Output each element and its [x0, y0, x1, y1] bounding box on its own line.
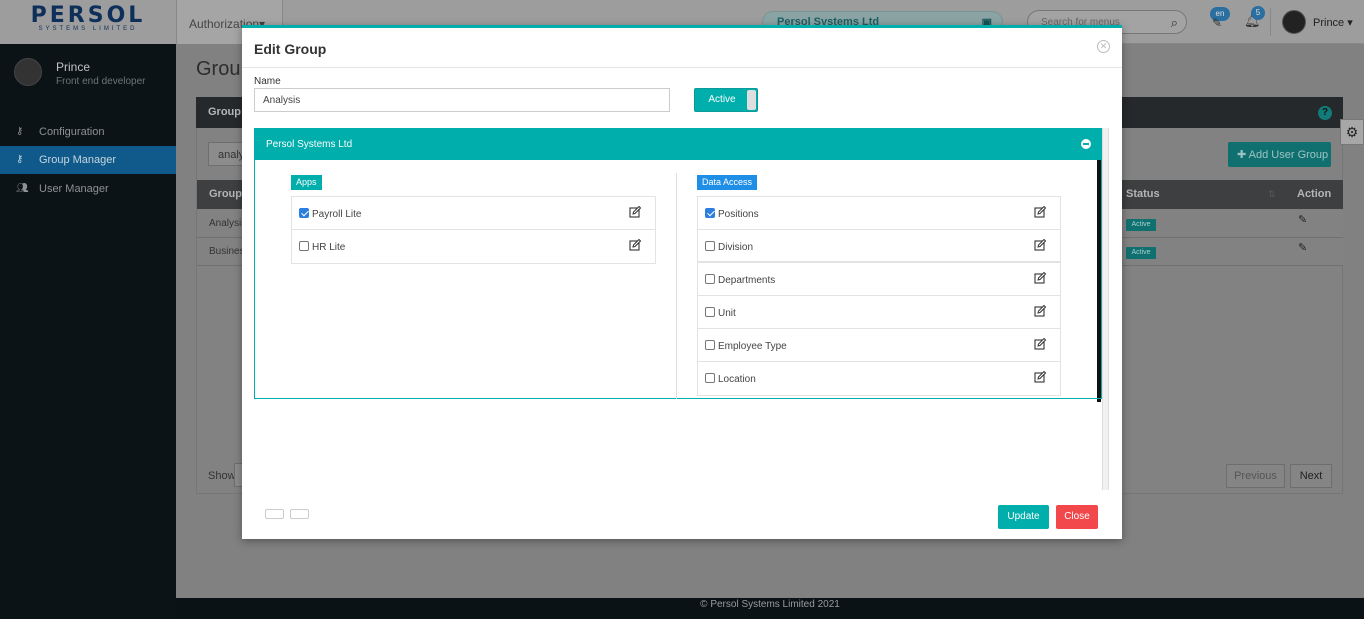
collapse-icon[interactable] — [1081, 139, 1091, 149]
name-field[interactable] — [254, 88, 670, 112]
sidebar-item-user-manager[interactable]: 👥︎ User Manager — [0, 175, 176, 203]
modal-header: Edit Group ✕ — [242, 28, 1122, 68]
list-item: Payroll Lite — [292, 197, 655, 230]
departments-checkbox[interactable] — [705, 274, 715, 284]
unit-checkbox[interactable] — [705, 307, 715, 317]
name-label: Name — [254, 76, 281, 87]
group-name: Analysis — [209, 218, 247, 229]
help-icon[interactable]: ? — [1318, 106, 1332, 120]
status-toggle-label: Active — [708, 94, 736, 105]
plus-icon: ✚ — [1237, 149, 1247, 161]
close-icon[interactable]: ✕ — [1097, 40, 1110, 53]
status-badge: Active — [1126, 247, 1156, 259]
topbar-divider — [1270, 8, 1271, 36]
edit-icon[interactable] — [1034, 206, 1046, 218]
previous-button[interactable]: Previous — [1226, 464, 1285, 488]
list-item: Employee Type — [698, 329, 1060, 362]
add-user-group-button[interactable]: ✚ Add User Group — [1228, 142, 1331, 167]
location-checkbox[interactable] — [705, 373, 715, 383]
logo-subtext: SYSTEMS LIMITED — [38, 26, 138, 32]
sidebar-item-group-manager[interactable]: ⚷ Group Manager — [0, 146, 176, 174]
toggle-knob[interactable] — [747, 90, 756, 110]
access-label: Unit — [718, 308, 736, 319]
edit-icon[interactable]: ✎ — [1298, 241, 1307, 254]
app-label: HR Lite — [312, 242, 346, 253]
list-item: Positions — [698, 197, 1060, 230]
avatar[interactable] — [1282, 10, 1306, 34]
persol-logo[interactable]: PERSOL SYSTEMS LIMITED — [0, 0, 176, 44]
sidebar-item-label: User Manager — [39, 183, 109, 195]
user-menu-name: Prince — [1313, 17, 1345, 29]
edit-group-modal: Edit Group ✕ Name Active Persol Systems … — [242, 25, 1122, 539]
column-action: Action — [1297, 188, 1332, 200]
division-checkbox[interactable] — [705, 241, 715, 251]
sidebar-item-label: Configuration — [39, 126, 105, 138]
page-title: Grou — [196, 58, 241, 80]
list-item: Division — [698, 230, 1060, 263]
access-label: Employee Type — [718, 341, 787, 352]
company-panel-header[interactable]: Persol Systems Ltd — [255, 129, 1101, 160]
group-filter-input[interactable]: analy — [208, 142, 244, 166]
notification-count: 5 — [1251, 6, 1265, 20]
sidebar-avatar — [14, 58, 42, 86]
footer-ghost-button[interactable] — [290, 509, 309, 519]
access-label: Location — [718, 374, 756, 385]
list-item: Unit — [698, 296, 1060, 329]
positions-checkbox[interactable] — [705, 208, 715, 218]
sidebar: Prince Front end developer ⚷ Configurati… — [0, 44, 176, 619]
update-button[interactable]: Update — [998, 505, 1049, 529]
payroll-lite-checkbox[interactable] — [299, 208, 309, 218]
access-label: Departments — [718, 275, 776, 286]
sidebar-item-configuration[interactable]: ⚷ Configuration — [0, 118, 176, 146]
key-icon: ⚷ — [16, 154, 24, 165]
list-item: HR Lite — [292, 230, 655, 263]
edit-icon[interactable] — [1034, 305, 1046, 317]
caret-down-icon: ▾ — [1347, 17, 1353, 29]
status-toggle[interactable]: Active — [694, 88, 758, 112]
apps-tag: Apps — [291, 175, 322, 190]
column-status[interactable]: Status — [1126, 188, 1160, 200]
app-label: Payroll Lite — [312, 209, 362, 220]
users-icon: 👥︎ — [16, 183, 29, 194]
company-panel-title: Persol Systems Ltd — [266, 139, 353, 150]
status-badge: Active — [1126, 219, 1156, 231]
edit-icon[interactable]: ✎ — [1298, 213, 1307, 226]
data-access-list: Positions Division Departments Unit Empl — [697, 196, 1061, 396]
edit-icon[interactable] — [1034, 338, 1046, 350]
sidebar-item-label: Group Manager — [39, 154, 117, 166]
hr-lite-checkbox[interactable] — [299, 241, 309, 251]
company-panel: Persol Systems Ltd Apps Payroll Lite HR … — [254, 128, 1102, 399]
page-size-select[interactable] — [234, 463, 242, 487]
modal-title: Edit Group — [254, 41, 327, 57]
column-divider — [676, 173, 677, 399]
add-user-group-label: Add User Group — [1248, 149, 1329, 161]
close-button[interactable]: Close — [1056, 505, 1098, 529]
footer-ghost-button[interactable] — [265, 509, 284, 519]
translate-icon[interactable]: ✎ — [1212, 16, 1222, 30]
key-icon: ⚷ — [16, 126, 24, 137]
list-item: Departments — [698, 263, 1060, 296]
employee-type-checkbox[interactable] — [705, 340, 715, 350]
access-label: Division — [718, 242, 754, 253]
gear-icon[interactable]: ⚙ — [1340, 119, 1364, 145]
show-label: Show — [208, 470, 236, 482]
data-access-tag: Data Access — [697, 175, 758, 190]
footer: © Persol Systems Limited 2021 — [176, 598, 1364, 619]
edit-icon[interactable] — [1034, 239, 1046, 251]
access-label: Positions — [718, 209, 759, 220]
list-item: Location — [698, 362, 1060, 395]
scrollbar-track[interactable] — [1102, 128, 1109, 490]
next-button[interactable]: Next — [1290, 464, 1332, 488]
sidebar-user-name: Prince — [56, 60, 91, 74]
sidebar-user-role: Front end developer — [56, 76, 146, 87]
edit-icon[interactable] — [1034, 371, 1046, 383]
edit-icon[interactable] — [629, 206, 641, 218]
apps-list: Payroll Lite HR Lite — [291, 196, 656, 264]
user-menu[interactable]: Prince ▾ — [1313, 16, 1353, 29]
edit-icon[interactable] — [1034, 272, 1046, 284]
logo-text: PERSOL — [30, 3, 146, 28]
edit-icon[interactable] — [629, 239, 641, 251]
search-icon[interactable]: ⌕ — [1171, 15, 1178, 31]
sort-icon[interactable]: ⇅ — [1268, 189, 1276, 200]
